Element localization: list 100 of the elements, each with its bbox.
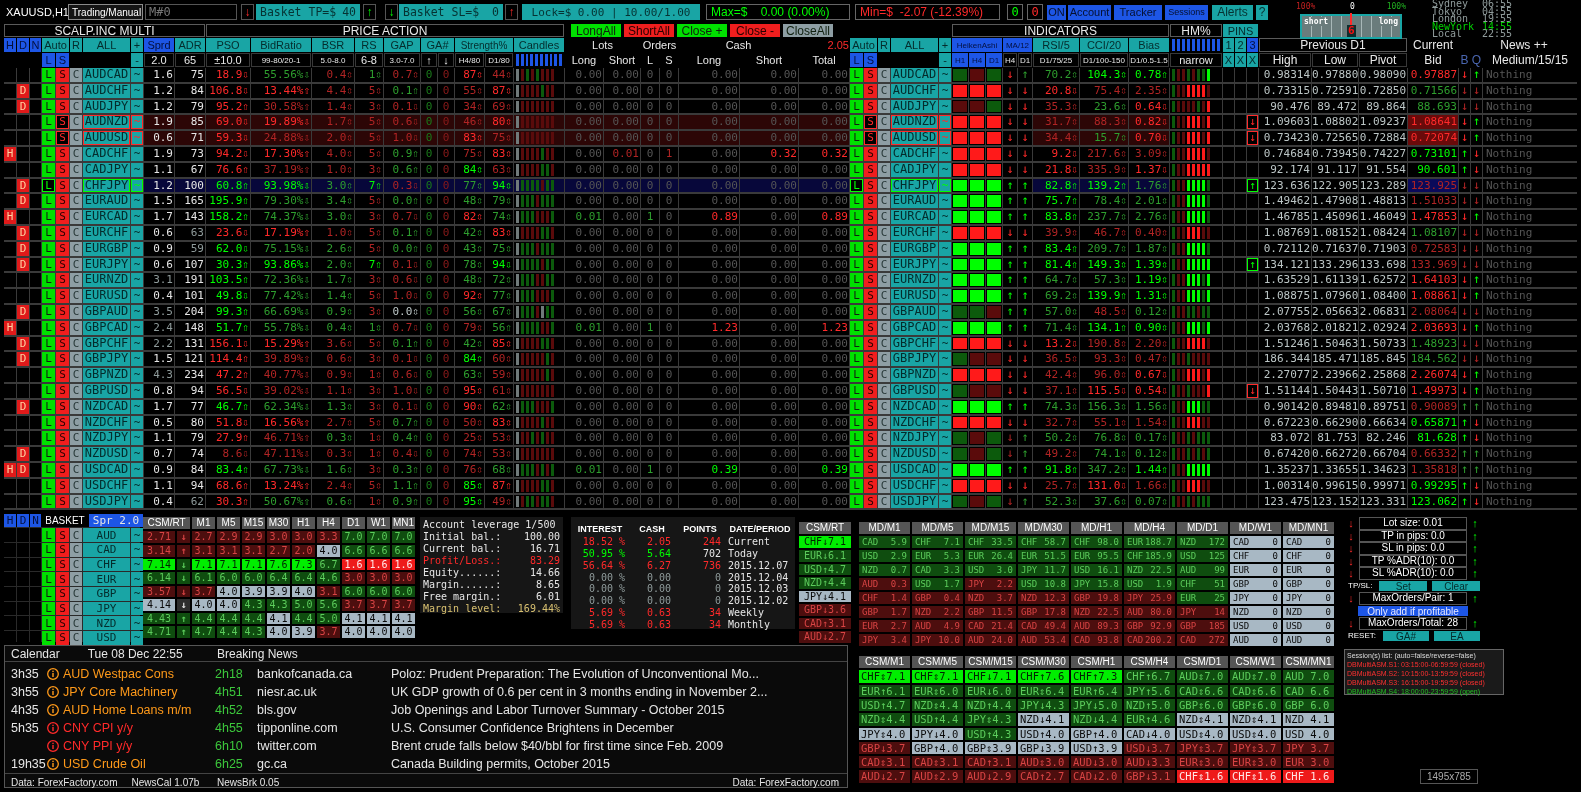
long-button[interactable]: L <box>42 320 55 335</box>
close-pair-button[interactable]: C <box>70 225 82 240</box>
long-button[interactable]: L <box>850 147 863 161</box>
short-button[interactable]: S <box>864 225 877 240</box>
close-profit-button[interactable]: Close + <box>677 24 727 37</box>
expand-button[interactable]: + <box>939 38 951 52</box>
pair-button[interactable]: EURCAD <box>891 210 938 224</box>
short-button[interactable]: S <box>56 587 69 601</box>
short-button[interactable]: S <box>56 210 69 224</box>
short-button[interactable]: S <box>56 162 69 177</box>
close-pair-button[interactable]: C <box>878 447 890 461</box>
pair-button[interactable]: AUDJPY <box>891 99 938 114</box>
close-pair-button[interactable]: C <box>878 415 890 430</box>
close-pair-button[interactable]: C <box>878 478 890 493</box>
close-pair-button[interactable]: C <box>878 352 890 367</box>
short-button[interactable]: S <box>56 147 69 161</box>
short-button[interactable]: S <box>864 304 877 319</box>
short-button[interactable]: S <box>56 273 69 288</box>
chart-button[interactable]: ~ <box>939 225 951 240</box>
pin-button[interactable]: 2 <box>1235 38 1246 52</box>
short-button[interactable]: S <box>56 178 69 193</box>
close-pair-button[interactable]: C <box>878 320 890 335</box>
headline-link[interactable]: Canada Building permits, October 2015 <box>391 757 847 772</box>
filter-button[interactable]: H <box>4 38 16 52</box>
short-button[interactable]: S <box>56 99 69 114</box>
pair-button[interactable]: EURNZD <box>891 273 938 288</box>
close-pair-button[interactable]: C <box>878 115 890 130</box>
long-button[interactable]: L <box>42 415 55 430</box>
pair-button[interactable]: EURJPY <box>891 257 938 272</box>
short-button[interactable]: S <box>56 304 69 319</box>
short-button[interactable]: S <box>56 68 69 82</box>
long-toggle[interactable]: L <box>42 53 55 67</box>
long-button[interactable]: L <box>42 115 55 130</box>
action-button[interactable]: GA# <box>1383 630 1429 642</box>
column-header[interactable]: Candles <box>514 38 564 52</box>
chart-button[interactable]: ~ <box>131 415 143 430</box>
pair-button[interactable]: EURNZD <box>83 273 130 288</box>
pair-button[interactable]: GBPCHF <box>891 336 938 351</box>
pair-button[interactable]: GBPAUD <box>891 304 938 319</box>
long-button[interactable]: L <box>850 494 863 509</box>
long-button[interactable]: L <box>850 162 863 177</box>
increase-button[interactable]: ↑ <box>363 4 376 20</box>
close-pair-button[interactable]: C <box>70 162 82 177</box>
long-button[interactable]: L <box>42 289 55 303</box>
pin-button[interactable]: 3 <box>1247 38 1258 52</box>
close-pair-button[interactable]: C <box>878 178 890 193</box>
column-header[interactable]: HeikenAshi <box>952 38 1002 52</box>
long-button[interactable]: L <box>850 462 863 477</box>
short-button[interactable]: S <box>864 431 877 446</box>
pair-button[interactable]: GBPUSD <box>83 383 130 398</box>
chart-button[interactable]: ~ <box>939 352 951 367</box>
close-pair-button[interactable]: C <box>70 572 82 587</box>
pin-button[interactable]: 1 <box>1223 38 1234 52</box>
long-button[interactable]: L <box>850 383 863 398</box>
refresh-button[interactable]: R <box>70 38 82 52</box>
pair-button[interactable]: EURAUD <box>83 194 130 209</box>
long-button[interactable]: L <box>850 131 863 145</box>
pair-button[interactable]: USDCHF <box>891 478 938 493</box>
close-pair-button[interactable]: C <box>70 147 82 161</box>
long-button[interactable]: L <box>42 83 55 98</box>
long-button[interactable]: L <box>42 68 55 82</box>
short-button[interactable]: S <box>56 289 69 303</box>
close-pair-button[interactable]: C <box>70 352 82 367</box>
close-pair-button[interactable]: C <box>70 273 82 288</box>
close-pair-button[interactable]: C <box>878 162 890 177</box>
close-pair-button[interactable]: C <box>70 320 82 335</box>
close-pair-button[interactable]: C <box>70 601 82 616</box>
close-pair-button[interactable]: C <box>878 210 890 224</box>
long-button[interactable]: L <box>42 431 55 446</box>
short-toggle[interactable]: S <box>56 53 69 67</box>
chart-button[interactable]: ~ <box>939 447 951 461</box>
column-header[interactable]: Strength% <box>455 38 513 52</box>
long-button[interactable]: L <box>42 616 55 631</box>
close-pair-button[interactable]: C <box>70 241 82 256</box>
chart-button[interactable]: ~ <box>939 304 951 319</box>
pair-button[interactable]: GBPCAD <box>891 320 938 335</box>
column-header[interactable]: BSR <box>312 38 354 52</box>
column-header[interactable]: GA# <box>421 38 454 52</box>
close-pair-button[interactable]: C <box>878 368 890 382</box>
long-all-button[interactable]: LongAll <box>571 24 621 37</box>
refresh-button[interactable]: R <box>878 38 890 52</box>
pair-button[interactable]: USDCAD <box>891 462 938 477</box>
setting-field[interactable]: Lot size: 0.01 <box>1359 517 1467 530</box>
long-button[interactable]: L <box>42 336 55 351</box>
close-pair-button[interactable]: C <box>70 543 82 557</box>
short-button[interactable]: S <box>864 257 877 272</box>
long-button[interactable]: L <box>42 462 55 477</box>
expand-button[interactable]: + <box>131 38 143 52</box>
chart-button[interactable]: ~ <box>131 601 143 616</box>
pair-button[interactable]: USDCAD <box>83 462 130 477</box>
long-button[interactable]: L <box>850 257 863 272</box>
chart-button[interactable]: ~ <box>131 289 143 303</box>
chart-button[interactable]: ~ <box>939 147 951 161</box>
short-button[interactable]: S <box>864 399 877 414</box>
short-button[interactable]: S <box>864 478 877 493</box>
mode-field[interactable]: Trading/Manual <box>68 4 143 20</box>
pair-button[interactable]: EURUSD <box>83 289 130 303</box>
long-button[interactable]: L <box>42 447 55 461</box>
chart-button[interactable]: ~ <box>939 99 951 114</box>
currency-button[interactable]: AUD <box>83 528 130 542</box>
